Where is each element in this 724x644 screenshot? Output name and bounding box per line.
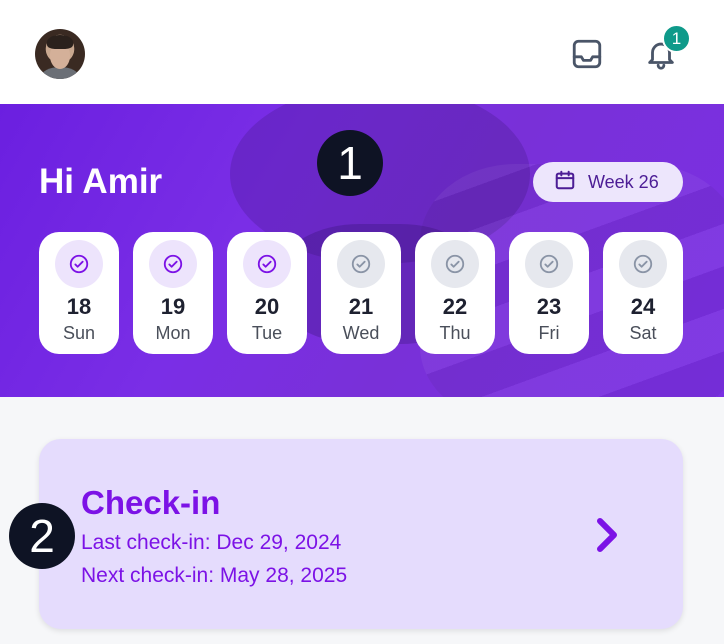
checkin-title: Check-in	[81, 484, 221, 521]
check-circle-icon	[55, 240, 103, 288]
day-name: Mon	[155, 323, 191, 343]
inbox-icon[interactable]	[567, 34, 607, 74]
day-number: 23	[536, 294, 562, 319]
day-name: Sun	[62, 323, 96, 343]
marker-2: 2	[9, 503, 75, 569]
day-card[interactable]: 18 Sun	[39, 232, 119, 354]
day-name: Wed	[342, 323, 380, 343]
day-name: Fri	[538, 323, 560, 343]
check-circle-icon	[619, 240, 667, 288]
check-circle-icon	[243, 240, 291, 288]
week-label: Week 26	[588, 171, 659, 192]
day-number: 24	[630, 294, 656, 319]
day-card[interactable]: 19 Mon	[133, 232, 213, 354]
calendar-icon	[554, 169, 576, 196]
marker-1: 1	[317, 130, 383, 196]
check-circle-icon	[149, 240, 197, 288]
greeting: Hi Amir	[39, 162, 163, 201]
day-card[interactable]: 22 Thu	[415, 232, 495, 354]
check-circle-icon	[337, 240, 385, 288]
day-card[interactable]: 23 Fri	[509, 232, 589, 354]
check-circle-icon	[431, 240, 479, 288]
day-name: Thu	[439, 323, 471, 343]
day-name: Sat	[629, 323, 657, 343]
last-checkin: Last check-in: Dec 29, 2024	[81, 531, 342, 554]
top-bar: 1	[0, 0, 724, 104]
notification-badge: 1	[662, 24, 691, 53]
day-number: 19	[160, 294, 186, 319]
avatar[interactable]	[35, 29, 85, 79]
day-number: 20	[254, 294, 280, 319]
chevron-right-icon	[589, 515, 623, 555]
day-strip: 18 Sun 19 Mon 20 Tue 21 Wed 22 Thu 23 Fri 24 Sat	[39, 232, 685, 354]
day-card[interactable]: 24 Sat	[603, 232, 683, 354]
checkin-card[interactable]: Check-in Last check-in: Dec 29, 2024 Nex…	[39, 439, 683, 629]
day-card[interactable]: 21 Wed	[321, 232, 401, 354]
check-circle-icon	[525, 240, 573, 288]
day-number: 18	[66, 294, 92, 319]
day-card[interactable]: 20 Tue	[227, 232, 307, 354]
day-number: 21	[348, 294, 374, 319]
week-selector[interactable]: Week 26	[533, 162, 683, 202]
next-checkin: Next check-in: May 28, 2025	[81, 564, 348, 587]
day-name: Tue	[251, 323, 283, 343]
day-number: 22	[442, 294, 468, 319]
